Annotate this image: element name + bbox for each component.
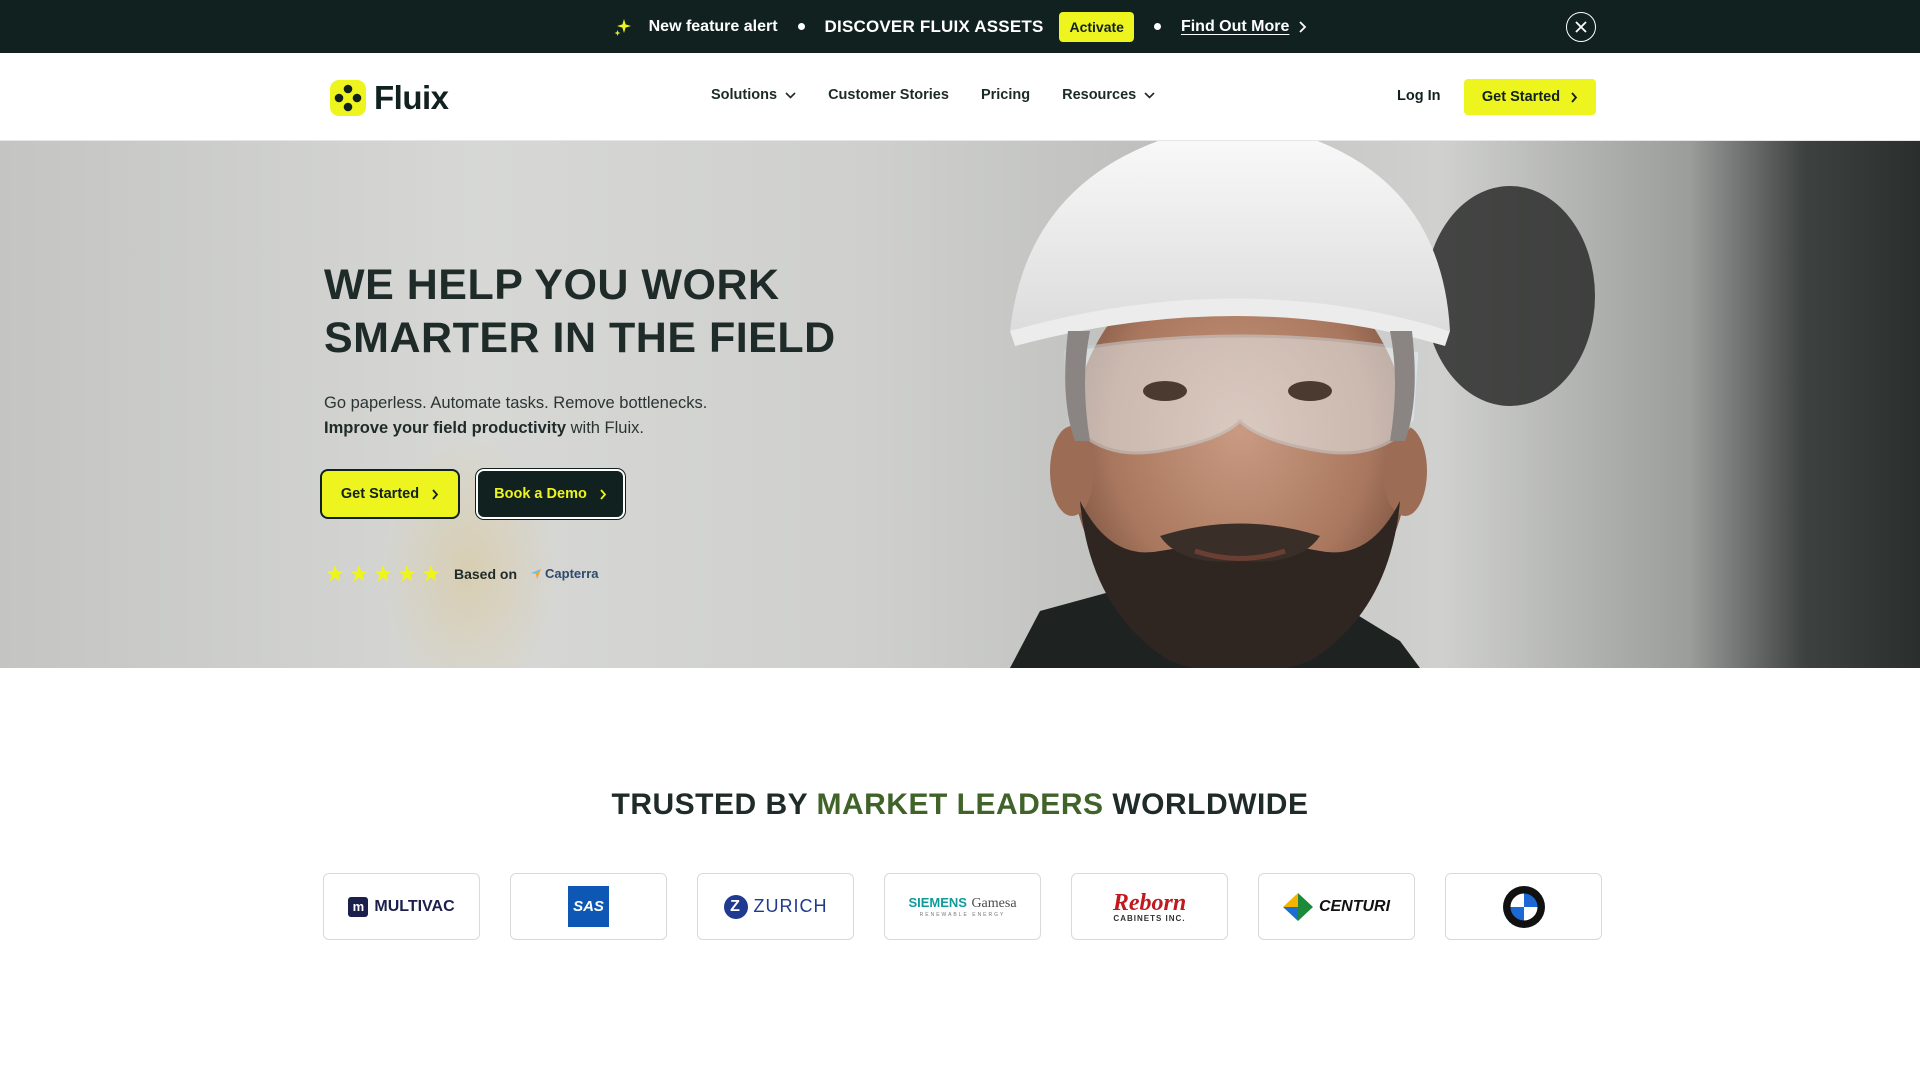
separator-dot xyxy=(797,23,805,30)
hero-title: WE HELP YOU WORK SMARTER IN THE FIELD xyxy=(324,259,836,365)
hero-subtitle: Go paperless. Automate tasks. Remove bot… xyxy=(324,391,707,441)
feature-alert-label: New feature alert xyxy=(648,17,778,35)
customer-name: CENTURI xyxy=(1318,897,1391,915)
trusted-heading: TRUSTED BY MARKET LEADERS WORLDWIDE xyxy=(0,788,1920,822)
capterra-label: Capterra xyxy=(545,566,599,581)
multivac-mark-icon: m xyxy=(348,896,369,917)
customer-name: SAS xyxy=(568,886,609,927)
nav-item-label: Customer Stories xyxy=(828,87,949,103)
chevron-down-icon xyxy=(1144,91,1155,99)
centuri-mark-icon xyxy=(1282,892,1313,921)
find-out-more-label: Find Out More xyxy=(1180,17,1290,35)
hero-subtitle-rest: with Fluix. xyxy=(566,419,644,437)
based-on-label: Based on xyxy=(454,565,518,582)
sparkle-icon xyxy=(614,18,631,36)
trusted-suffix: WORLDWIDE xyxy=(1103,788,1309,821)
hero-get-started-button[interactable]: Get Started xyxy=(322,471,458,517)
book-a-demo-label: Book a Demo xyxy=(494,486,587,502)
customer-name: MULTIVAC xyxy=(374,897,455,915)
star-icon xyxy=(326,565,344,582)
nav-item-resources[interactable]: Resources xyxy=(1062,87,1155,103)
reborn-wordmark: Reborn CABINETS INC. xyxy=(1113,891,1186,923)
trusted-accent: MARKET LEADERS xyxy=(816,788,1104,821)
customer-logos: m MULTIVAC SAS Z ZURICH SIEMENS Gamesa R… xyxy=(323,873,1602,940)
customer-logo-zurich: Z ZURICH xyxy=(697,873,854,940)
chevron-right-icon xyxy=(600,488,607,500)
nav-item-solutions[interactable]: Solutions xyxy=(711,87,796,103)
rating-stars xyxy=(326,565,440,582)
customer-logo-multivac: m MULTIVAC xyxy=(323,873,480,940)
fluix-logo[interactable]: Fluix xyxy=(330,79,449,117)
hero-subtitle-line: Go paperless. Automate tasks. Remove bot… xyxy=(324,394,708,412)
separator-dot xyxy=(1153,23,1161,30)
star-icon xyxy=(374,565,392,582)
close-announcement-button[interactable] xyxy=(1566,12,1596,42)
siemens-gamesa-wordmark: SIEMENS Gamesa RENEWABLE ENERGY xyxy=(908,895,1016,918)
multivac-wordmark: m MULTIVAC xyxy=(348,896,455,917)
customer-tagline: CABINETS INC. xyxy=(1113,913,1186,923)
customer-logo-sas: SAS xyxy=(510,873,667,940)
nav-item-label: Resources xyxy=(1062,87,1137,103)
nav-item-label: Pricing xyxy=(980,87,1031,103)
chevron-right-icon xyxy=(1299,20,1307,33)
hero-worker-photo xyxy=(380,141,1595,668)
capterra-arrow-icon xyxy=(531,568,542,579)
close-icon xyxy=(1575,21,1587,33)
customer-logo-centuri: CENTURI xyxy=(1258,873,1415,940)
hero-subtitle-line: Improve your field productivity with Flu… xyxy=(324,416,707,441)
bmw-logo-icon xyxy=(1502,885,1545,928)
customer-logo-reborn: Reborn CABINETS INC. xyxy=(1071,873,1228,940)
find-out-more-link[interactable]: Find Out More xyxy=(1181,18,1307,36)
customer-logo-siemens-gamesa: SIEMENS Gamesa RENEWABLE ENERGY xyxy=(884,873,1041,940)
hero-title-line: WE HELP YOU WORK xyxy=(324,261,780,309)
hero-get-started-label: Get Started xyxy=(340,486,420,502)
zurich-wordmark: Z ZURICH xyxy=(723,894,828,919)
customer-logo-bmw xyxy=(1445,873,1602,940)
star-icon xyxy=(422,565,440,582)
chevron-right-icon xyxy=(1571,91,1578,103)
discover-text: DISCOVER FLUIX ASSETS xyxy=(824,16,1044,36)
star-icon xyxy=(350,565,368,582)
nav-item-label: Solutions xyxy=(711,87,778,103)
zurich-mark-icon: Z xyxy=(723,894,748,919)
nav-item-pricing[interactable]: Pricing xyxy=(981,87,1030,103)
customer-tagline: RENEWABLE ENERGY xyxy=(919,912,1006,918)
trusted-prefix: TRUSTED BY xyxy=(611,788,817,821)
centuri-wordmark: CENTURI xyxy=(1282,892,1391,921)
activate-button[interactable]: Activate xyxy=(1059,11,1134,42)
customer-name-secondary: Gamesa xyxy=(971,896,1017,911)
login-link[interactable]: Log In xyxy=(1397,88,1441,104)
customer-name: SIEMENS xyxy=(908,895,967,910)
capterra-rating: Based on Capterra xyxy=(326,565,598,582)
hero-title-line: SMARTER IN THE FIELD xyxy=(324,314,836,362)
star-icon xyxy=(398,565,416,582)
announcement-bar: New feature alert DISCOVER FLUIX ASSETS … xyxy=(0,0,1920,53)
chevron-down-icon xyxy=(785,91,796,99)
capterra-logo[interactable]: Capterra xyxy=(531,566,598,581)
hero-section: WE HELP YOU WORK SMARTER IN THE FIELD Go… xyxy=(0,141,1920,668)
main-navigation: Fluix Solutions Customer Stories Pricing… xyxy=(0,53,1920,141)
nav-item-customer-stories[interactable]: Customer Stories xyxy=(828,87,949,103)
customer-name: ZURICH xyxy=(753,896,828,916)
chevron-right-icon xyxy=(432,488,439,500)
nav-menu: Solutions Customer Stories Pricing Resou… xyxy=(711,87,1155,103)
fluix-logo-icon xyxy=(330,80,366,116)
brand-name: Fluix xyxy=(374,79,449,116)
hero-subtitle-bold: Improve your field productivity xyxy=(324,419,567,437)
customer-name: Reborn xyxy=(1112,889,1187,916)
book-a-demo-button[interactable]: Book a Demo xyxy=(478,471,623,517)
nav-get-started-label: Get Started xyxy=(1481,89,1561,105)
nav-get-started-button[interactable]: Get Started xyxy=(1464,79,1596,115)
